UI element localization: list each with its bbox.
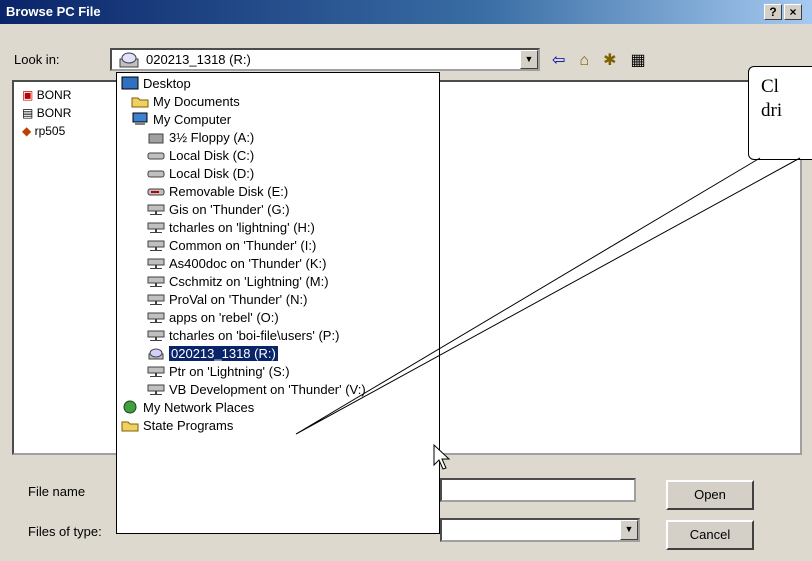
network-drive-icon — [147, 258, 165, 269]
dropdown-item-selected-drive[interactable]: 020213_1318 (R:) — [147, 345, 279, 363]
view-menu-icon[interactable]: ▦ — [630, 52, 645, 69]
open-button[interactable]: Open — [666, 480, 754, 510]
cd-drive-icon — [119, 52, 139, 68]
dropdown-item-network-drive[interactable]: Gis on 'Thunder' (G:) — [147, 201, 290, 219]
dropdown-item-network-drive[interactable]: As400doc on 'Thunder' (K:) — [147, 255, 326, 273]
title-bar: Browse PC File ? × — [0, 0, 812, 24]
dropdown-item-network-drive[interactable]: Cschmitz on 'Lightning' (M:) — [147, 273, 329, 291]
dropdown-item-state-programs[interactable]: State Programs — [121, 417, 233, 435]
callout-box: Cl dri — [748, 66, 812, 160]
lookin-dropdown-list: Desktop My Documents My Computer 3½ Flop… — [116, 72, 440, 534]
network-drive-icon — [147, 294, 165, 305]
network-drive-icon — [147, 384, 165, 395]
dropdown-item-network-drive[interactable]: Common on 'Thunder' (I:) — [147, 237, 316, 255]
callout-text: Cl dri — [761, 76, 783, 121]
new-folder-icon[interactable]: ✱ — [603, 52, 616, 69]
back-arrow-icon[interactable]: ⇦ — [552, 52, 565, 69]
file-item[interactable]: ◆ rp505 — [22, 124, 65, 138]
network-drive-icon — [147, 240, 165, 251]
up-folder-icon[interactable]: ⌂ — [579, 52, 589, 69]
dropdown-item-desktop[interactable]: Desktop — [121, 75, 191, 93]
disk-icon — [147, 152, 165, 160]
lookin-label: Look in: — [14, 52, 60, 67]
app-file-icon: ◆ — [22, 124, 32, 138]
file-item[interactable]: ▤ BONR — [22, 106, 71, 120]
dropdown-item-network-places[interactable]: My Network Places — [121, 399, 254, 417]
dropdown-item-my-computer[interactable]: My Computer — [131, 111, 231, 129]
disk-icon — [147, 170, 165, 178]
filetype-select[interactable]: ▼ — [440, 518, 640, 542]
help-button[interactable]: ? — [764, 4, 782, 20]
network-places-icon — [123, 400, 137, 414]
lookin-combo[interactable]: 020213_1318 (R:) ▼ — [110, 48, 540, 71]
dropdown-item-local-disk-c[interactable]: Local Disk (C:) — [147, 147, 254, 165]
filename-input[interactable] — [440, 478, 636, 502]
pdf-file-icon: ▣ — [22, 88, 34, 102]
dropdown-item-my-documents[interactable]: My Documents — [131, 93, 240, 111]
computer-icon — [132, 112, 148, 125]
cancel-button[interactable]: Cancel — [666, 520, 754, 550]
folder-icon — [121, 421, 139, 432]
dropdown-item-network-drive[interactable]: ProVal on 'Thunder' (N:) — [147, 291, 307, 309]
dropdown-item-network-drive[interactable]: tcharles on 'boi-file\users' (P:) — [147, 327, 339, 345]
browse-dialog: Browse PC File ? × Look in: 020213_1318 … — [0, 0, 812, 561]
dropdown-item-local-disk-d[interactable]: Local Disk (D:) — [147, 165, 254, 183]
network-drive-icon — [147, 366, 165, 377]
filetype-label: Files of type: — [28, 524, 102, 539]
lookin-value: 020213_1318 (R:) — [146, 52, 251, 67]
toolbar: ⇦ ⌂ ✱ ▦ — [552, 50, 660, 70]
network-drive-icon — [147, 330, 165, 341]
removable-disk-icon — [147, 188, 165, 196]
dropdown-item-network-drive[interactable]: apps on 'rebel' (O:) — [147, 309, 279, 327]
floppy-icon — [148, 133, 164, 144]
desktop-icon — [121, 76, 139, 90]
window-title: Browse PC File — [6, 4, 101, 19]
text-file-icon: ▤ — [22, 106, 34, 120]
network-drive-icon — [147, 276, 165, 287]
dropdown-item-network-drive[interactable]: Ptr on 'Lightning' (S:) — [147, 363, 290, 381]
network-drive-icon — [147, 312, 165, 323]
network-drive-icon — [147, 222, 165, 233]
chevron-down-icon[interactable]: ▼ — [620, 520, 638, 540]
network-drive-icon — [147, 204, 165, 215]
file-item[interactable]: ▣ BONR — [22, 88, 71, 102]
documents-icon — [131, 97, 149, 108]
cd-drive-icon — [148, 348, 164, 360]
chevron-down-icon[interactable]: ▼ — [520, 50, 538, 69]
filename-label: File name — [28, 484, 86, 499]
dropdown-item-network-drive[interactable]: VB Development on 'Thunder' (V:) — [147, 381, 366, 399]
dropdown-item-removable-disk[interactable]: Removable Disk (E:) — [147, 183, 288, 201]
dropdown-item-floppy[interactable]: 3½ Floppy (A:) — [147, 129, 254, 147]
close-button[interactable]: × — [784, 4, 802, 20]
dropdown-item-network-drive[interactable]: tcharles on 'lightning' (H:) — [147, 219, 315, 237]
